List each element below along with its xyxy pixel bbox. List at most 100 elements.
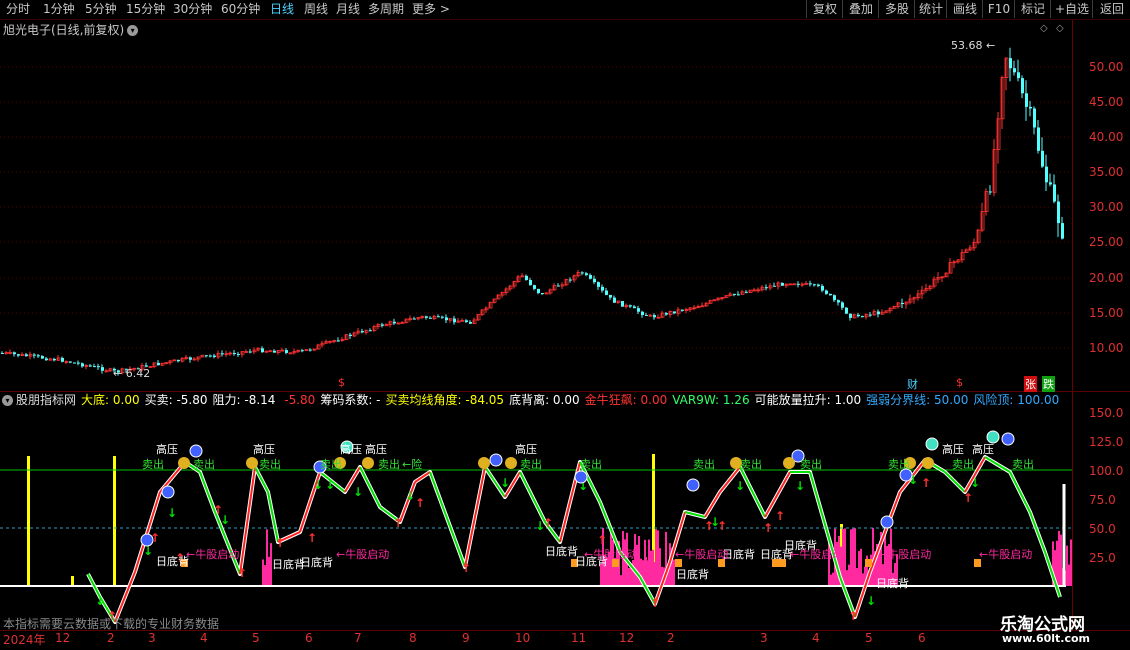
candle-body xyxy=(157,362,160,366)
face-icon xyxy=(686,478,700,492)
candle-body xyxy=(601,286,604,291)
period-tab-60min[interactable]: 60分钟 xyxy=(221,1,260,18)
candle-body xyxy=(453,318,456,323)
date-tick: 2 xyxy=(107,631,115,645)
candle-body xyxy=(593,278,596,283)
magenta-bar xyxy=(655,529,657,586)
oscillator-segment xyxy=(267,491,279,543)
finance-badge[interactable]: 财 xyxy=(907,376,918,392)
money-bag-icon xyxy=(246,457,258,469)
sell-arrow-icon: ↓ xyxy=(710,515,720,529)
limit-down-badge[interactable]: 跌 xyxy=(1042,376,1055,392)
period-tab-30min[interactable]: 30分钟 xyxy=(173,1,212,18)
draw-line-button[interactable]: 画线 xyxy=(946,0,983,18)
buy-arrow-icon: ↑ xyxy=(275,536,285,550)
stats-button[interactable]: 统计 xyxy=(914,0,947,18)
signal-label-risk: ←险 xyxy=(402,458,423,471)
money-bag-icon xyxy=(922,457,934,469)
magenta-bar xyxy=(266,529,268,586)
magenta-bar xyxy=(852,528,854,586)
candle-body xyxy=(529,279,532,286)
period-tab-15min[interactable]: 15分钟 xyxy=(126,1,165,18)
oscillator-segment xyxy=(429,471,466,568)
candle-body xyxy=(369,330,372,332)
period-tab-multi[interactable]: 多周期 xyxy=(368,1,404,18)
candle-body xyxy=(45,358,48,361)
period-tab-more[interactable]: 更多 > xyxy=(412,1,450,18)
mark-button[interactable]: 标记 xyxy=(1014,0,1051,18)
candle-body xyxy=(1049,182,1052,185)
period-tab-daily[interactable]: 日线 xyxy=(270,1,294,18)
candle-body xyxy=(61,357,64,362)
period-tab-weekly[interactable]: 周线 xyxy=(304,1,328,18)
candle-body xyxy=(621,301,624,307)
candlestick-chart[interactable] xyxy=(0,20,1072,391)
candle-body xyxy=(81,363,84,367)
candle-body xyxy=(781,282,784,286)
magenta-bar xyxy=(632,560,634,586)
magenta-bar xyxy=(1058,530,1060,586)
candle-body xyxy=(569,279,572,281)
oscillator-segment xyxy=(704,491,721,518)
limit-up-badge[interactable]: 张 xyxy=(1024,376,1037,392)
candle-body xyxy=(249,351,252,353)
dollar-event-icon[interactable]: $ xyxy=(338,376,345,389)
signal-label-bull-start: ←牛股启动 xyxy=(186,548,240,561)
price-tick: 45.00 xyxy=(1089,95,1124,109)
adjust-button[interactable]: 复权 xyxy=(806,0,843,18)
magenta-bar xyxy=(1060,534,1062,586)
candle-body xyxy=(809,283,812,285)
magenta-bar xyxy=(628,567,630,586)
add-watchlist-button[interactable]: +自选 xyxy=(1050,0,1093,18)
period-tab-monthly[interactable]: 月线 xyxy=(336,1,360,18)
money-bag-icon xyxy=(783,457,795,469)
buy-arrow-icon: ↑ xyxy=(461,561,471,575)
back-button[interactable]: 返回 xyxy=(1092,0,1130,18)
candle-body xyxy=(1029,106,1032,109)
main-y-axis-line xyxy=(1072,20,1073,631)
face-icon xyxy=(880,515,894,529)
indicator-chart[interactable]: ↑↑↑↑↑↑ ↑↑↑↑↑↑↑↑ ↑ ↑↑↑↑↑↓↓↓ ↓↓ ↓ ↓ ↓↓↓↓↓↓ ↓↓↓ ↓ xyxy=(0,392,1072,630)
candle-body xyxy=(557,285,560,287)
candle-body xyxy=(437,316,440,318)
period-tab-1min[interactable]: 1分钟 xyxy=(43,1,75,18)
multi-stock-button[interactable]: 多股 xyxy=(878,0,915,18)
candle-body xyxy=(465,320,468,323)
period-tab-timeshare[interactable]: 分时 xyxy=(6,1,30,18)
signal-label-day-bottom_div: 日底背 xyxy=(545,545,578,558)
candle-body xyxy=(1,353,4,354)
overlay-button[interactable]: 叠加 xyxy=(842,0,879,18)
price-tick: 35.00 xyxy=(1089,165,1124,179)
candle-body xyxy=(845,307,848,314)
candle-body xyxy=(637,308,640,312)
period-tab-5min[interactable]: 5分钟 xyxy=(85,1,117,18)
buy-arrow-icon: ↑ xyxy=(921,476,931,490)
signal-label-bull-start: ←牛股启动 xyxy=(979,548,1033,561)
f10-button[interactable]: F10 xyxy=(982,0,1015,18)
signal-arrows: ↑↑↑↑↑↑ ↑↑↑↑↑↑↑↑ ↑ ↑↑↑↑↑↓↓↓ ↓↓ ↓ ↓ ↓↓↓↓↓↓ ↓↓↓ ↓ xyxy=(95,430,1015,623)
magenta-bar xyxy=(832,572,834,586)
magenta-bar xyxy=(1066,545,1068,586)
candle-body xyxy=(209,355,212,357)
candle-body xyxy=(541,293,544,295)
magenta-bar xyxy=(659,548,661,586)
candle-body xyxy=(765,287,768,289)
sell-arrow-icon: ↓ xyxy=(795,479,805,493)
face-icon xyxy=(489,453,503,467)
dollar-event-icon[interactable]: $ xyxy=(956,376,963,389)
candle-body xyxy=(1025,93,1028,107)
money-bag-icon xyxy=(362,457,374,469)
price-tick: 50.00 xyxy=(1089,60,1124,74)
candle-body xyxy=(1061,223,1064,239)
magenta-bar xyxy=(844,528,846,586)
candle-body xyxy=(233,352,236,354)
signal-label-sell: 卖出 xyxy=(193,458,215,471)
candle-body xyxy=(205,355,208,357)
candle-body xyxy=(645,314,648,316)
candle-body xyxy=(745,291,748,293)
candle-body xyxy=(445,317,448,321)
candle-body xyxy=(821,285,824,291)
candle-body xyxy=(25,354,28,357)
candle-body xyxy=(589,275,592,279)
signal-label-high-press: 高压 xyxy=(156,443,178,456)
